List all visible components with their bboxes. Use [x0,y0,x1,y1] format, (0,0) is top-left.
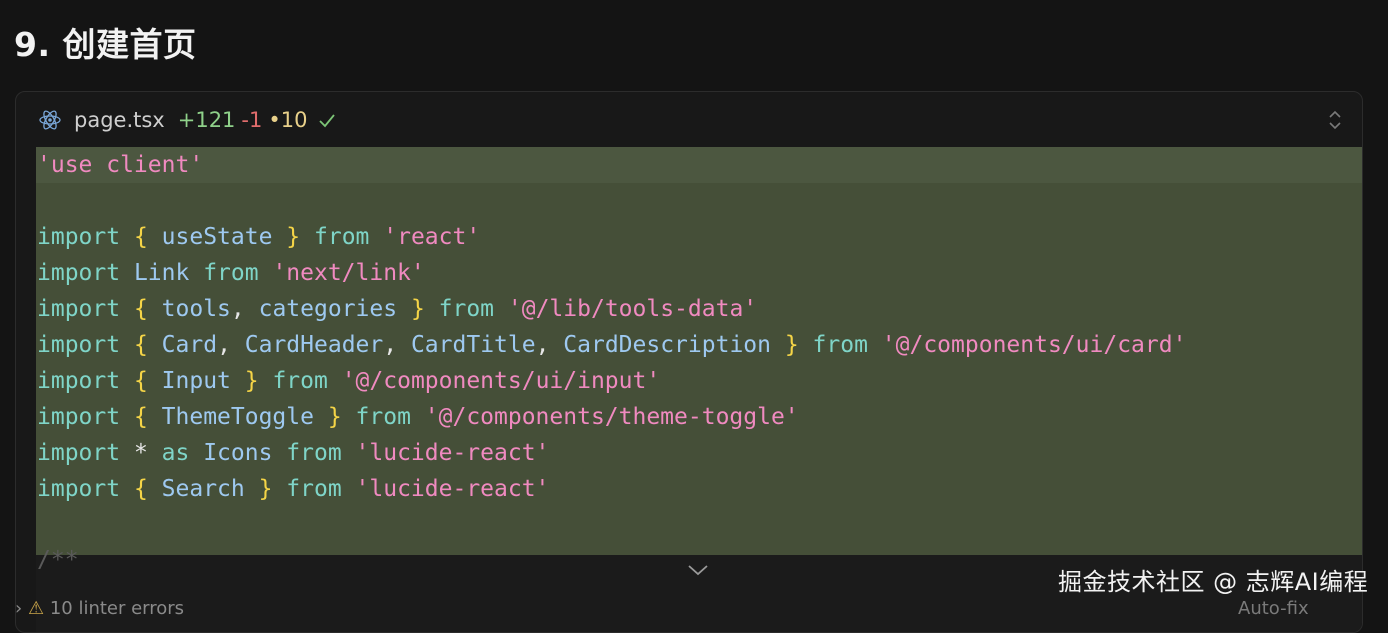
code-token: } [327,404,342,430]
code-line[interactable] [36,183,1362,219]
code-token: import [37,368,121,394]
code-token: import [37,224,121,250]
react-icon [38,108,62,132]
code-token: '@/components/theme-toggle' [424,404,799,430]
code-token: , [217,332,245,358]
code-token: Card [147,332,218,358]
code-token: '@/components/ui/card' [881,332,1187,358]
code-token: { [133,332,148,358]
section-heading: 9. 创建首页 [14,25,197,64]
code-token: import [37,440,121,466]
code-token: import [37,404,121,430]
chevron-right-icon: › [15,598,23,619]
checkmark-icon [317,110,337,130]
code-token: Link [120,260,204,286]
code-token: , [535,332,564,358]
code-token: from [341,404,425,430]
code-diff-panel: page.tsx +121 -1 •10 'use client' import … [15,91,1363,633]
code-block[interactable]: 'use client' import { useState } from 're… [36,147,1362,555]
code-line[interactable]: import { Card, CardHeader, CardTitle, Ca… [36,327,1362,363]
linter-status[interactable]: › ⚠ 10 linter errors [15,598,184,619]
code-line[interactable]: import Link from 'next/link' [36,255,1362,291]
code-token: } [244,368,259,394]
code-token: import [37,260,121,286]
code-line[interactable]: 'use client' [36,147,1362,183]
code-token: CardHeader [244,332,384,358]
code-token: from [424,296,508,322]
code-token: from [798,332,882,358]
code-token: 'use client' [37,152,204,178]
code-token: } [258,476,273,502]
chevron-down-icon[interactable] [686,561,710,579]
code-token: import [37,332,121,358]
code-line[interactable]: import * as Icons from 'lucide-react' [36,435,1362,471]
code-token: '@/lib/tools-data' [507,296,758,322]
code-line[interactable]: import { ThemeToggle } from '@/component… [36,399,1362,435]
code-token: } [410,296,425,322]
code-token: from [286,440,342,466]
code-token: * [120,440,162,466]
file-name[interactable]: page.tsx [74,108,165,132]
watermark: 掘金技术社区 @ 志辉AI编程 [1058,568,1369,596]
code-token: from [272,476,356,502]
lines-modified-count: •10 [268,107,308,132]
code-token: Search [147,476,259,502]
code-token: { [133,404,148,430]
code-token: CardDescription [563,332,785,358]
collapsed-comment: /** [37,547,79,573]
code-token: ThemeToggle [147,404,328,430]
code-token: , [230,296,259,322]
code-token: from [258,368,342,394]
code-token: } [286,224,301,250]
code-token: '@/components/ui/input' [341,368,661,394]
code-token: 'lucide-react' [355,476,550,502]
code-token: , [383,332,411,358]
file-header[interactable]: page.tsx +121 -1 •10 [16,92,1362,147]
code-token: useState [147,224,287,250]
code-token: { [133,368,148,394]
code-token: Icons [189,440,287,466]
code-line[interactable]: import { useState } from 'react' [36,219,1362,255]
code-line[interactable] [36,507,1362,543]
code-token: as [161,440,190,466]
auto-fix-button[interactable]: Auto-fix [1238,598,1309,619]
code-token: } [784,332,799,358]
code-token: 'lucide-react' [355,440,550,466]
code-token: import [37,296,121,322]
chevron-up-down-icon[interactable] [1326,108,1344,132]
code-token: 'react' [383,224,481,250]
lines-added-count: +121 [177,107,236,132]
code-token: tools [147,296,231,322]
code-token: from [203,260,259,286]
code-line[interactable]: import { Search } from 'lucide-react' [36,471,1362,507]
code-line[interactable]: import { Input } from '@/components/ui/i… [36,363,1362,399]
code-token: categories [258,296,411,322]
code-token: Input [147,368,245,394]
linter-errors-label: 10 linter errors [49,598,185,619]
code-token: 'next/link' [272,260,425,286]
code-token: import [37,476,121,502]
lines-removed-count: -1 [241,107,263,132]
code-token: CardTitle [410,332,536,358]
code-token: { [133,476,148,502]
code-token: { [133,224,148,250]
code-token: { [133,296,148,322]
warning-icon: ⚠ [27,598,45,619]
code-line[interactable]: import { tools, categories } from '@/lib… [36,291,1362,327]
code-token: from [300,224,384,250]
